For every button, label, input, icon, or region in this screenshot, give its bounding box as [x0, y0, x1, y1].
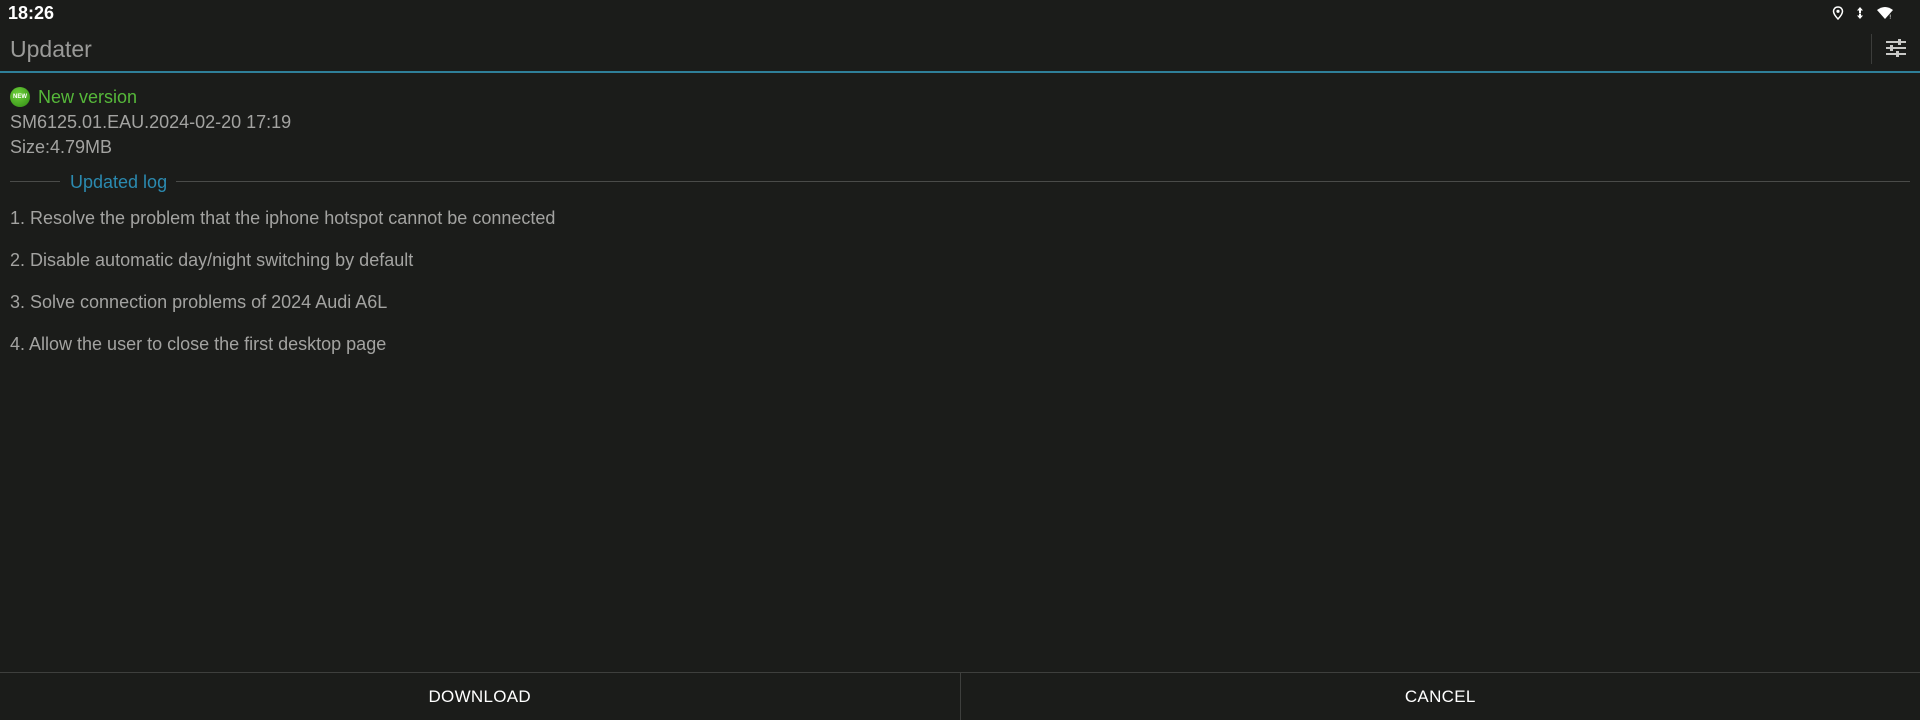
- log-divider-right: [176, 181, 1910, 182]
- action-bar-divider: [1871, 34, 1872, 64]
- updater-screen: 18:26 ! Updater NEW New version SM6125.0…: [0, 0, 1920, 720]
- updated-log-title: Updated log: [70, 172, 168, 192]
- changelog-item: 4. Allow the user to close the first des…: [10, 334, 387, 354]
- sliders-icon: [1885, 38, 1907, 63]
- updated-log-header: Updated log: [10, 172, 1910, 194]
- new-badge-icon: NEW: [10, 87, 30, 107]
- changelog-list: 1. Resolve the problem that the iphone h…: [10, 207, 555, 375]
- bottom-button-bar: DOWNLOAD CANCEL: [0, 672, 1920, 720]
- cancel-button[interactable]: CANCEL: [961, 673, 1920, 720]
- log-divider-left: [10, 181, 60, 182]
- new-version-heading: New version: [38, 86, 138, 107]
- wifi-icon: !: [1876, 6, 1894, 20]
- data-arrows-icon: [1856, 6, 1864, 20]
- app-title: Updater: [10, 36, 92, 62]
- changelog-item: 1. Resolve the problem that the iphone h…: [10, 208, 556, 228]
- new-version-row: NEW New version: [10, 86, 137, 108]
- download-button[interactable]: DOWNLOAD: [0, 673, 960, 720]
- status-clock: 18:26: [8, 3, 55, 23]
- action-bar: Updater: [0, 28, 1920, 73]
- settings-button[interactable]: [1878, 32, 1914, 68]
- changelog-item: 2. Disable automatic day/night switching…: [10, 250, 414, 270]
- location-icon: [1832, 6, 1844, 20]
- changelog-item: 3. Solve connection problems of 2024 Aud…: [10, 292, 388, 312]
- status-bar: 18:26 !: [0, 0, 1920, 28]
- status-icons: !: [1832, 4, 1894, 22]
- version-string: SM6125.01.EAU.2024-02-20 17:19: [10, 112, 292, 132]
- update-size: Size:4.79MB: [10, 137, 113, 157]
- svg-text:!: !: [1889, 14, 1891, 20]
